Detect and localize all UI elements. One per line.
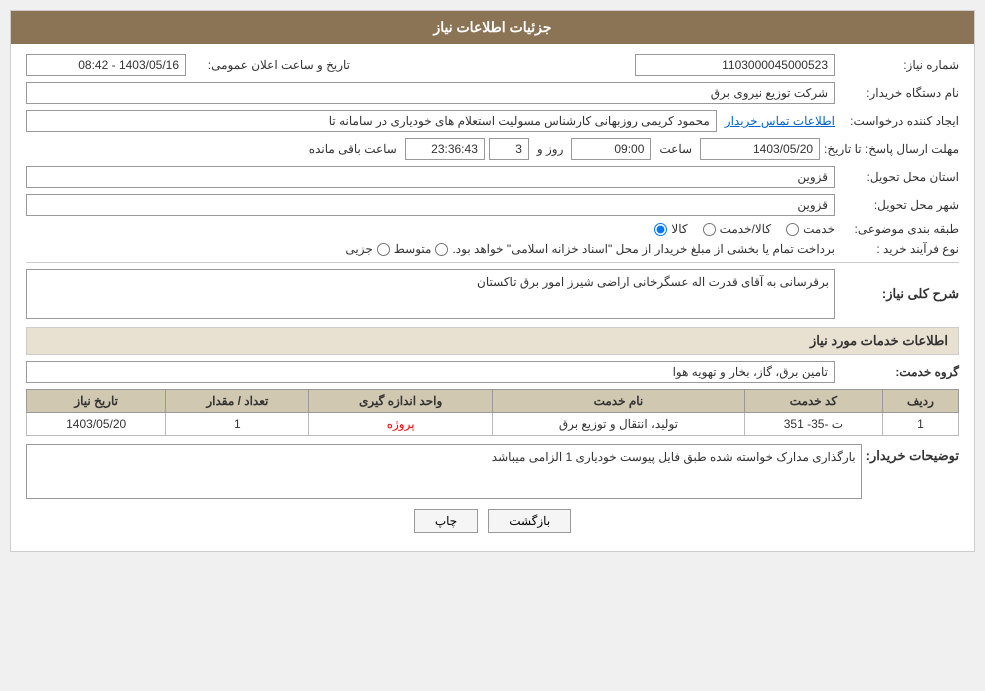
buyer-notes-value: بارگذاری مدارک خواسته شده طبق فایل پیوست…: [26, 444, 862, 499]
service-group-value: تامین برق، گاز، بخار و تهویه هوا: [26, 361, 835, 383]
cell-service-name: تولید، انتقال و توزیع برق: [492, 413, 744, 436]
deadline-remaining: 23:36:43: [405, 138, 485, 160]
process-part-label: جزیی: [345, 242, 372, 256]
process-row: نوع فرآیند خرید : برداخت تمام یا بخشی از…: [26, 242, 959, 256]
creator-link[interactable]: اطلاعات تماس خریدار: [725, 114, 835, 128]
col-row-num: ردیف: [882, 390, 958, 413]
col-date: تاریخ نیاز: [27, 390, 166, 413]
buyer-org-label: نام دستگاه خریدار:: [839, 86, 959, 100]
buyer-org-value: شرکت توزیع نیروی برق: [26, 82, 835, 104]
process-options: برداخت تمام یا بخشی از مبلغ خریدار از مح…: [345, 242, 835, 256]
city-row: شهر محل تحویل: قزوین: [26, 194, 959, 216]
service-group-row: گروه خدمت: تامین برق، گاز، بخار و تهویه …: [26, 361, 959, 383]
deadline-row: مهلت ارسال پاسخ: تا تاریخ: 1403/05/20 سا…: [26, 138, 959, 160]
col-service-code: کد خدمت: [744, 390, 882, 413]
need-number-label: شماره نیاز:: [839, 58, 959, 72]
province-row: استان محل تحویل: قزوین: [26, 166, 959, 188]
category-label: طبقه بندی موضوعی:: [839, 222, 959, 236]
announcement-value: 1403/05/16 - 08:42: [26, 54, 186, 76]
category-kala-khedmat-radio[interactable]: [703, 223, 716, 236]
need-desc-value: برقرسانی به آقای قدرت اله عسگرخانی اراضی…: [26, 269, 835, 319]
process-middle-radio[interactable]: [435, 243, 448, 256]
province-value: قزوین: [26, 166, 835, 188]
back-button[interactable]: بازگشت: [488, 509, 571, 533]
process-label: نوع فرآیند خرید :: [839, 242, 959, 256]
category-radio-khedmat[interactable]: خدمت: [786, 222, 835, 236]
cell-service-code: ت -35- 351: [744, 413, 882, 436]
services-section-header: اطلاعات خدمات مورد نیاز: [26, 327, 959, 355]
table-row: 1 ت -35- 351 تولید، انتقال و توزیع برق پ…: [27, 413, 959, 436]
deadline-time-label: ساعت: [655, 142, 696, 156]
deadline-time: 09:00: [571, 138, 651, 160]
cell-quantity: 1: [166, 413, 309, 436]
print-button[interactable]: چاپ: [414, 509, 478, 533]
deadline-days: 3: [489, 138, 529, 160]
creator-value: محمود کریمی روزبهانی کارشناس مسولیت استع…: [26, 110, 717, 132]
deadline-date: 1403/05/20: [700, 138, 820, 160]
category-radio-kala[interactable]: کالا: [654, 222, 687, 236]
creator-label: ایجاد کننده درخواست:: [839, 114, 959, 128]
deadline-label: مهلت ارسال پاسخ: تا تاریخ:: [824, 142, 959, 156]
city-value: قزوین: [26, 194, 835, 216]
category-khedmat-label: خدمت: [803, 222, 835, 236]
cell-row-num: 1: [882, 413, 958, 436]
need-number-row: شماره نیاز: 1103000045000523 تاریخ و ساع…: [26, 54, 959, 76]
category-row: طبقه بندی موضوعی: کالا کالا/خدمت خدمت: [26, 222, 959, 236]
deadline-remaining-label: ساعت باقی مانده: [305, 142, 401, 156]
action-buttons: بازگشت چاپ: [26, 509, 959, 533]
buyer-org-row: نام دستگاه خریدار: شرکت توزیع نیروی برق: [26, 82, 959, 104]
city-label: شهر محل تحویل:: [839, 198, 959, 212]
category-khedmat-radio[interactable]: [786, 223, 799, 236]
category-kala-label: کالا: [671, 222, 687, 236]
cell-date: 1403/05/20: [27, 413, 166, 436]
services-table: ردیف کد خدمت نام خدمت واحد اندازه گیری ت…: [26, 389, 959, 436]
service-group-label: گروه خدمت:: [839, 365, 959, 379]
col-service-name: نام خدمت: [492, 390, 744, 413]
need-number-value: 1103000045000523: [635, 54, 835, 76]
province-label: استان محل تحویل:: [839, 170, 959, 184]
page-header: جزئیات اطلاعات نیاز: [11, 11, 974, 44]
services-section-label: اطلاعات خدمات مورد نیاز: [810, 333, 948, 348]
need-desc-label: شرح کلی نیاز:: [839, 286, 959, 302]
process-full-text: برداخت تمام یا بخشی از مبلغ خریدار از مح…: [452, 242, 835, 256]
col-quantity: تعداد / مقدار: [166, 390, 309, 413]
col-unit: واحد اندازه گیری: [309, 390, 493, 413]
buyer-notes-label: توضیحات خریدار:: [866, 444, 959, 464]
process-middle-label: متوسط: [394, 242, 432, 256]
category-kala-khedmat-label: کالا/خدمت: [720, 222, 771, 236]
need-desc-row: شرح کلی نیاز: برقرسانی به آقای قدرت اله …: [26, 269, 959, 319]
category-kala-radio[interactable]: [654, 223, 667, 236]
cell-unit: پروژه: [309, 413, 493, 436]
category-radio-kala-khedmat[interactable]: کالا/خدمت: [703, 222, 771, 236]
table-header-row: ردیف کد خدمت نام خدمت واحد اندازه گیری ت…: [27, 390, 959, 413]
category-radio-group: کالا کالا/خدمت خدمت: [654, 222, 835, 236]
page-title: جزئیات اطلاعات نیاز: [433, 19, 551, 35]
creator-row: ایجاد کننده درخواست: اطلاعات تماس خریدار…: [26, 110, 959, 132]
buyer-notes-row: توضیحات خریدار: بارگذاری مدارک خواسته شد…: [26, 444, 959, 499]
announcement-label: تاریخ و ساعت اعلان عمومی:: [190, 58, 350, 72]
deadline-days-label: روز و: [533, 142, 568, 156]
process-part-radio[interactable]: [377, 243, 390, 256]
